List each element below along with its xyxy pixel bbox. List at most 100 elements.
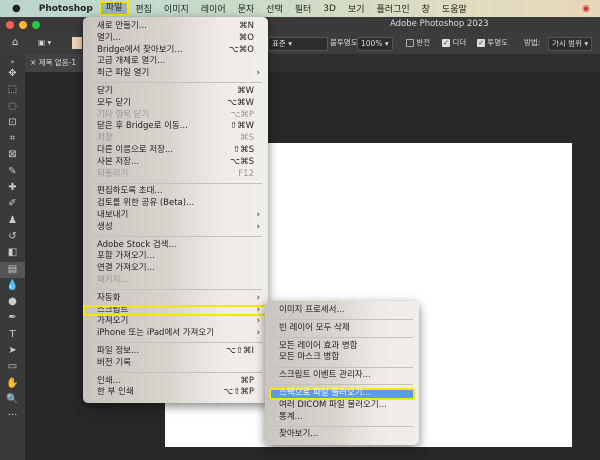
menu-item[interactable]: 편집하도록 초대... (83, 186, 268, 198)
document-tab[interactable]: × 제목 없음-1 (25, 54, 87, 72)
menu-item[interactable]: 찾아보기... (265, 429, 419, 441)
gradient-swatch[interactable] (72, 37, 82, 49)
opacity-input[interactable]: 100% ▾ (357, 37, 393, 51)
move-tool-icon[interactable]: ✥ (0, 66, 25, 82)
object-select-tool-icon[interactable]: ⊡ (0, 115, 25, 131)
menu-item[interactable]: 내보내기 › (83, 210, 268, 222)
menu-item[interactable]: 인쇄... ⌘P (83, 376, 268, 388)
menu-3d[interactable]: 3D (317, 4, 342, 14)
menu-view[interactable]: 보기 (342, 2, 371, 15)
shape-tool-icon[interactable]: ▭ (0, 359, 25, 375)
menu-help[interactable]: 도움말 (436, 2, 473, 15)
zoom-tool-icon[interactable]: 🔍 (0, 392, 25, 408)
transparency-checkbox[interactable]: ✓ 투명도 (477, 37, 508, 49)
type-tool-icon[interactable]: T (0, 327, 25, 343)
gradient-preset-icon[interactable]: ▣ ▾ (38, 37, 51, 49)
menu-item[interactable]: Adobe Stock 검색... (83, 240, 268, 252)
menu-select[interactable]: 선택 (260, 2, 289, 15)
menu-item[interactable]: Bridge에서 찾아보기... ⌥⌘O (83, 45, 268, 57)
menu-item[interactable]: 스크립트 › (83, 304, 268, 317)
scripts-submenu: 이미지 프로세서... 빈 레이어 모두 삭제모든 레이어 효과 병합 모든 마스크… (265, 301, 419, 446)
eyedropper-tool-icon[interactable]: ✎ (0, 164, 25, 180)
menu-item[interactable]: 모두 닫기 ⌥⌘W (83, 98, 268, 110)
menu-item[interactable]: 통계... (265, 412, 419, 424)
more-tools-icon[interactable]: ··· (0, 408, 25, 424)
hand-tool-icon[interactable]: ✋ (0, 376, 25, 392)
dither-checkbox[interactable]: ✓ 디더 (442, 37, 466, 49)
menu-item-label: 닫은 후 Bridge로 이동... (97, 121, 188, 132)
method-select[interactable]: 가시 범위 ▾ (548, 37, 593, 51)
menu-item-shortcut: ⌥⌘S (230, 156, 254, 167)
app-menu[interactable]: Photoshop (27, 4, 99, 14)
mode-select[interactable]: 표준 ▾ (268, 37, 328, 51)
menu-item[interactable]: 닫은 후 Bridge로 이동... ⇧⌘W (83, 121, 268, 133)
menu-item[interactable]: 다른 이름으로 저장... ⇧⌘S (83, 145, 268, 157)
menu-item[interactable]: 연결 가져오기... (83, 263, 268, 275)
apple-icon[interactable]: ● (0, 3, 27, 14)
gradient-tool-icon[interactable]: ▤ (0, 261, 25, 278)
history-brush-icon[interactable]: ↺ (0, 229, 25, 245)
close-window-button[interactable] (6, 21, 14, 29)
lasso-tool-icon[interactable]: ◌ (0, 99, 25, 115)
menu-item-label: iPhone 또는 iPad에서 가져오기 (97, 328, 215, 339)
minimize-window-button[interactable] (19, 21, 27, 29)
pen-tool-icon[interactable]: ✒ (0, 310, 25, 326)
collapse-icon[interactable]: » (0, 54, 25, 66)
menu-image[interactable]: 이미지 (158, 2, 195, 15)
menu-item[interactable]: 새로 만들기... ⌘N (83, 21, 268, 33)
blur-tool-icon[interactable]: 💧 (0, 278, 25, 294)
menu-item[interactable]: 이미지 프로세서... (265, 305, 419, 317)
menu-item[interactable]: iPhone 또는 iPad에서 가져오기 › (83, 328, 268, 340)
menu-item[interactable]: 가져오기 › (83, 316, 268, 328)
menu-item[interactable]: 열기... ⌘O (83, 33, 268, 45)
stamp-tool-icon[interactable]: ♟ (0, 213, 25, 229)
eraser-tool-icon[interactable]: ◧ (0, 245, 25, 261)
menu-filter[interactable]: 필터 (289, 2, 318, 15)
menu-item-shortcut: ⌥⌘P (230, 109, 254, 120)
reverse-checkbox[interactable]: 반전 (406, 37, 430, 49)
menu-type[interactable]: 문자 (232, 2, 261, 15)
menu-item[interactable]: 스크립트 이벤트 관리자... (265, 370, 419, 382)
menu-edit[interactable]: 편집 (129, 2, 158, 15)
healing-tool-icon[interactable]: ✚ (0, 180, 25, 196)
menu-item[interactable]: 스택으로 파일 불러오기... (269, 387, 415, 400)
menu-item[interactable]: 한 부 인쇄 ⌥⇧⌘P (83, 387, 268, 399)
menu-bar: ● Photoshop 파일 편집 이미지 레이어 문자 선택 필터 3D 보기… (0, 0, 600, 17)
menu-item[interactable]: 모든 레이어 효과 병합 (265, 341, 419, 353)
frame-tool-icon[interactable]: ⊠ (0, 147, 25, 163)
crop-tool-icon[interactable]: ⌗ (0, 131, 25, 147)
menu-item[interactable]: 빈 레이어 모두 삭제 (265, 323, 419, 335)
menu-window[interactable]: 창 (416, 2, 436, 15)
marquee-tool-icon[interactable]: ⬚ (0, 82, 25, 98)
path-select-tool-icon[interactable]: ➤ (0, 343, 25, 359)
menu-item[interactable]: 포함 가져오기... (83, 251, 268, 263)
menu-item[interactable]: 사본 저장... ⌥⌘S (83, 157, 268, 169)
menu-item[interactable]: 모든 마스크 병합 (265, 352, 419, 364)
menu-item[interactable]: 닫기 ⌘W (83, 86, 268, 98)
menu-item-label: 모든 마스크 병합 (279, 352, 340, 363)
menu-item[interactable]: 파일 정보... ⌥⇧⌘I (83, 346, 268, 358)
menu-item-shortcut: ⌘W (237, 85, 254, 96)
brush-tool-icon[interactable]: ✐ (0, 196, 25, 212)
menu-plugins[interactable]: 플러그인 (371, 2, 416, 15)
dodge-tool-icon[interactable]: ● (0, 294, 25, 310)
menu-item-label: 고급 개체로 열기... (97, 56, 166, 67)
menu-item: 되돌리기 F12 (83, 169, 268, 181)
menu-item[interactable]: 버전 기록 (83, 358, 268, 370)
menu-item[interactable]: 최근 파일 열기 › (83, 68, 268, 80)
menu-item-label: 기타 항목 닫기 (97, 109, 150, 120)
menu-item[interactable]: 검토를 위한 공유 (Beta)... (83, 198, 268, 210)
menu-item[interactable]: 고급 개체로 열기... (83, 56, 268, 68)
menu-item-label: 저장 (97, 133, 113, 144)
status-icon[interactable]: ◉ (576, 4, 600, 14)
zoom-window-button[interactable] (32, 21, 40, 29)
menu-item[interactable]: 자동화 › (83, 293, 268, 305)
menu-layer[interactable]: 레이어 (195, 2, 232, 15)
menu-item-label: 사본 저장... (97, 156, 140, 167)
home-icon[interactable]: ⌂ (12, 37, 18, 49)
menu-item[interactable]: 생성 › (83, 222, 268, 234)
menu-item-label: 모두 닫기 (97, 97, 131, 108)
menu-file[interactable]: 파일 (98, 1, 130, 16)
menu-item[interactable]: 여러 DICOM 파일 불러오기... (265, 400, 419, 412)
menu-item-label: 파일 정보... (97, 345, 140, 356)
